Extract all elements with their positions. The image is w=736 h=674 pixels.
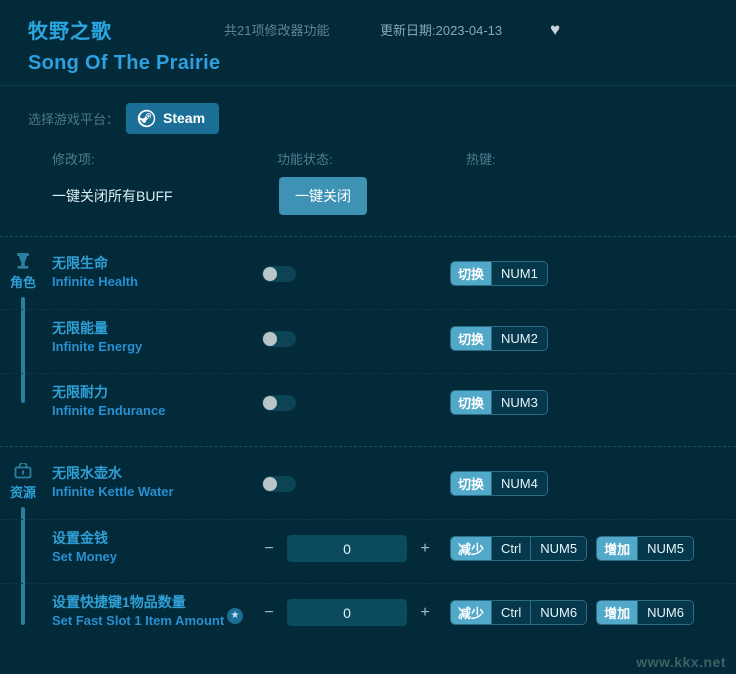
app-header: 牧野之歌 共21项修改器功能 更新日期:2023-04-13 ♥ Song Of… (0, 0, 736, 86)
platform-selector-row: 选择游戏平台： Steam (0, 97, 736, 139)
column-header-modifier: 修改项: (52, 149, 95, 168)
resources-rows: 无限水壶水 Infinite Kettle Water 切换 NUM4 设置金钱… (0, 455, 736, 647)
hotkeys-infinite-kettle-water: 切换 NUM4 (450, 471, 548, 496)
favorite-heart-icon[interactable]: ♥ (550, 21, 560, 38)
update-date-label: 更新日期:2023-04-13 (380, 20, 550, 39)
platform-steam-button[interactable]: Steam (126, 103, 219, 134)
hotkey-key-label: NUM1 (491, 262, 547, 285)
row-set-fast-slot-1-item-amount: 设置快捷键1物品数量 Set Fast Slot 1 Item Amount ★… (0, 583, 736, 647)
row-label-group: 无限耐力 Infinite Endurance (52, 383, 165, 420)
row-infinite-endurance: 无限耐力 Infinite Endurance 切换 NUM3 (0, 373, 736, 437)
row-name-en: Set Fast Slot 1 Item Amount (52, 612, 224, 630)
row-infinite-kettle-water: 无限水壶水 Infinite Kettle Water 切换 NUM4 (0, 455, 736, 519)
section-divider-top (0, 236, 736, 237)
row-label-group: 无限生命 Infinite Health (52, 254, 138, 291)
row-set-money: 设置金钱 Set Money − + 减少 Ctrl NUM5 增加 NUM5 (0, 519, 736, 583)
decrement-button[interactable]: − (258, 602, 280, 624)
stepper-set-fast-slot-1: − + (258, 599, 436, 626)
increment-button[interactable]: + (414, 602, 436, 624)
hotkey-modifier-label: Ctrl (491, 537, 530, 560)
row-name-cn: 无限能量 (52, 319, 142, 338)
hotkey-action-label: 增加 (597, 537, 637, 560)
column-header-status: 功能状态: (277, 149, 333, 168)
row-name-en: Infinite Health (52, 273, 138, 291)
toggle-infinite-kettle-water[interactable] (262, 476, 296, 492)
set-money-input[interactable] (287, 535, 407, 562)
hotkey-key-label: NUM6 (530, 601, 586, 624)
disable-all-buffs-button[interactable]: 一键关闭 (279, 177, 367, 215)
star-badge-icon[interactable]: ★ (227, 608, 243, 624)
row-name-cn: 无限生命 (52, 254, 138, 273)
platform-steam-label: Steam (163, 110, 205, 126)
site-watermark: www.kkx.net (636, 654, 726, 670)
row-label-group: 无限能量 Infinite Energy (52, 319, 142, 356)
row-name-en: Infinite Endurance (52, 402, 165, 420)
disable-all-buffs-row: 一键关闭所有BUFF 一键关闭 (0, 177, 736, 227)
hotkey-group-toggle[interactable]: 切换 NUM4 (450, 471, 548, 496)
hotkey-group-increase[interactable]: 增加 NUM5 (596, 536, 694, 561)
row-label-group: 设置金钱 Set Money (52, 529, 117, 566)
row-label-group: 设置快捷键1物品数量 Set Fast Slot 1 Item Amount (52, 593, 224, 630)
header-top-row: 牧野之歌 共21项修改器功能 更新日期:2023-04-13 ♥ (28, 12, 736, 46)
set-fast-slot-1-input[interactable] (287, 599, 407, 626)
row-infinite-health: 无限生命 Infinite Health 切换 NUM1 (0, 245, 736, 309)
stepper-set-money: − + (258, 535, 436, 562)
row-name-en: Set Money (52, 548, 117, 566)
row-label-group: 无限水壶水 Infinite Kettle Water (52, 464, 174, 501)
hotkeys-set-fast-slot-1: 减少 Ctrl NUM6 增加 NUM6 (450, 600, 694, 625)
disable-all-buffs-label: 一键关闭所有BUFF (52, 186, 173, 206)
decrement-button[interactable]: − (258, 538, 280, 560)
column-headers: 修改项: 功能状态: 热键: (0, 149, 736, 177)
hotkeys-infinite-health: 切换 NUM1 (450, 261, 548, 286)
section-character: 角色 无限生命 Infinite Health 切换 NUM1 无限能量 Inf… (0, 245, 736, 437)
hotkey-key-label: NUM3 (491, 391, 547, 414)
hotkey-key-label: NUM4 (491, 472, 547, 495)
hotkey-modifier-label: Ctrl (491, 601, 530, 624)
hotkey-group-toggle[interactable]: 切换 NUM3 (450, 390, 548, 415)
hotkey-key-label: NUM5 (637, 537, 693, 560)
hotkey-action-label: 切换 (451, 327, 491, 350)
hotkey-key-label: NUM2 (491, 327, 547, 350)
hotkey-group-decrease[interactable]: 减少 Ctrl NUM6 (450, 600, 587, 625)
hotkey-action-label: 减少 (451, 601, 491, 624)
row-name-en: Infinite Kettle Water (52, 483, 174, 501)
toggle-knob (263, 477, 277, 491)
hotkey-group-toggle[interactable]: 切换 NUM2 (450, 326, 548, 351)
hotkey-key-label: NUM5 (530, 537, 586, 560)
toggle-knob (263, 332, 277, 346)
toggle-knob (263, 267, 277, 281)
character-rows: 无限生命 Infinite Health 切换 NUM1 无限能量 Infini… (0, 245, 736, 437)
toggle-infinite-endurance[interactable] (262, 395, 296, 411)
toggle-knob (263, 396, 277, 410)
hotkeys-set-money: 减少 Ctrl NUM5 增加 NUM5 (450, 536, 694, 561)
column-header-hotkey: 热键: (466, 149, 496, 168)
section-resources: 资源 无限水壶水 Infinite Kettle Water 切换 NUM4 设… (0, 455, 736, 647)
toggle-infinite-health[interactable] (262, 266, 296, 282)
row-name-cn: 设置快捷键1物品数量 (52, 593, 224, 612)
hotkey-action-label: 切换 (451, 472, 491, 495)
row-name-cn: 无限耐力 (52, 383, 165, 402)
hotkeys-infinite-energy: 切换 NUM2 (450, 326, 548, 351)
steam-icon (137, 109, 156, 128)
row-name-cn: 无限水壶水 (52, 464, 174, 483)
toggle-infinite-energy[interactable] (262, 331, 296, 347)
hotkey-group-decrease[interactable]: 减少 Ctrl NUM5 (450, 536, 587, 561)
platform-label: 选择游戏平台： (28, 109, 126, 128)
increment-button[interactable]: + (414, 538, 436, 560)
hotkey-group-toggle[interactable]: 切换 NUM1 (450, 261, 548, 286)
game-title-en: Song Of The Prairie (28, 52, 736, 75)
hotkey-action-label: 切换 (451, 262, 491, 285)
section-divider-resources (0, 446, 736, 447)
game-title-cn: 牧野之歌 (28, 15, 224, 44)
hotkey-action-label: 增加 (597, 601, 637, 624)
hotkeys-infinite-endurance: 切换 NUM3 (450, 390, 548, 415)
row-name-en: Infinite Energy (52, 338, 142, 356)
row-infinite-energy: 无限能量 Infinite Energy 切换 NUM2 (0, 309, 736, 373)
row-name-cn: 设置金钱 (52, 529, 117, 548)
hotkey-action-label: 切换 (451, 391, 491, 414)
hotkey-action-label: 减少 (451, 537, 491, 560)
hotkey-key-label: NUM6 (637, 601, 693, 624)
feature-count-label: 共21项修改器功能 (224, 20, 380, 39)
hotkey-group-increase[interactable]: 增加 NUM6 (596, 600, 694, 625)
